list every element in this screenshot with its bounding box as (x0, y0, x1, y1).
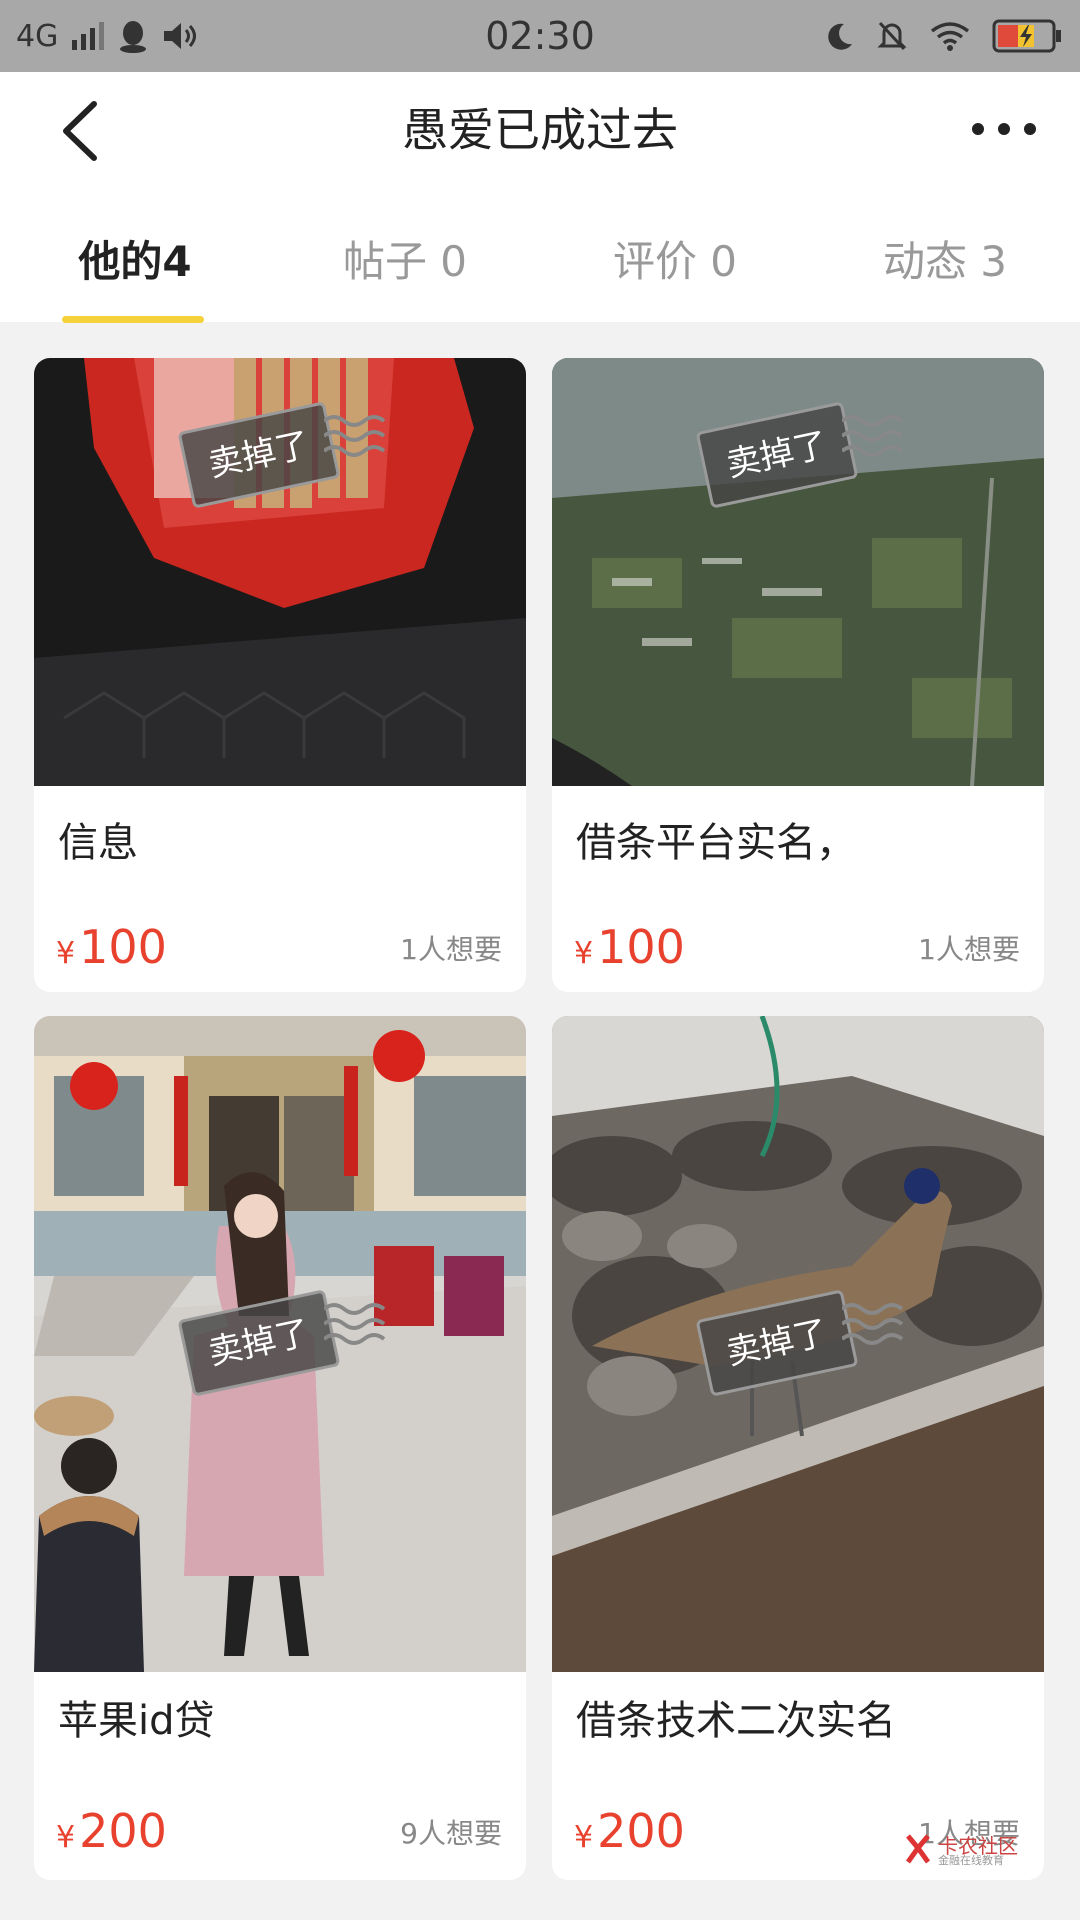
product-price: ¥100 (574, 920, 685, 974)
want-count: 1人想要 (918, 933, 1020, 966)
postmark-waves-icon (324, 1303, 386, 1345)
profile-tabs: 他的4 帖子 0 评价 0 动态 3 (0, 200, 1080, 323)
status-bar: 4G 02:30 (0, 0, 1080, 72)
active-tab-indicator (62, 316, 204, 323)
postmark-waves-icon (842, 1303, 904, 1345)
product-price: ¥200 (56, 1804, 167, 1858)
product-title: 借条平台实名， (576, 820, 856, 866)
postmark-waves-icon (324, 415, 386, 457)
want-count: 9人想要 (400, 1817, 502, 1850)
product-title: 借条技术二次实名 (576, 1698, 896, 1744)
product-price: ¥100 (56, 920, 167, 974)
mute-notification-icon (877, 21, 907, 51)
wifi-icon (930, 22, 970, 51)
product-price: ¥200 (574, 1804, 685, 1858)
product-card[interactable]: 卖掉了 借条平台实名， ¥100 1人想要 (552, 358, 1044, 992)
product-card[interactable]: 卖掉了 借条技术二次实名 ¥200 1人想要 (552, 1016, 1044, 1880)
postmark-waves-icon (842, 415, 904, 457)
product-card[interactable]: 卖掉了 信息 ¥100 1人想要 (34, 358, 526, 992)
tab-his-items[interactable]: 他的4 (0, 228, 270, 288)
product-card[interactable]: 卖掉了 苹果id贷 ¥200 9人想要 (34, 1016, 526, 1880)
page-title: 愚爱已成过去 (402, 103, 678, 157)
want-count: 1人想要 (400, 933, 502, 966)
more-options-icon[interactable] (972, 114, 1036, 144)
battery-icon (992, 19, 1061, 53)
product-title: 苹果id贷 (58, 1698, 215, 1744)
tab-activity[interactable]: 动态 3 (810, 228, 1080, 288)
watermark-subtext: 金融在线教育 (938, 1854, 1004, 1867)
moon-icon (828, 23, 852, 50)
site-watermark: 卡农社区 金融在线教育 (902, 1830, 1022, 1870)
watermark-logo-icon (905, 1834, 931, 1864)
tab-reviews[interactable]: 评价 0 (540, 228, 810, 288)
tab-posts[interactable]: 帖子 0 (270, 228, 540, 288)
product-title: 信息 (58, 820, 138, 866)
